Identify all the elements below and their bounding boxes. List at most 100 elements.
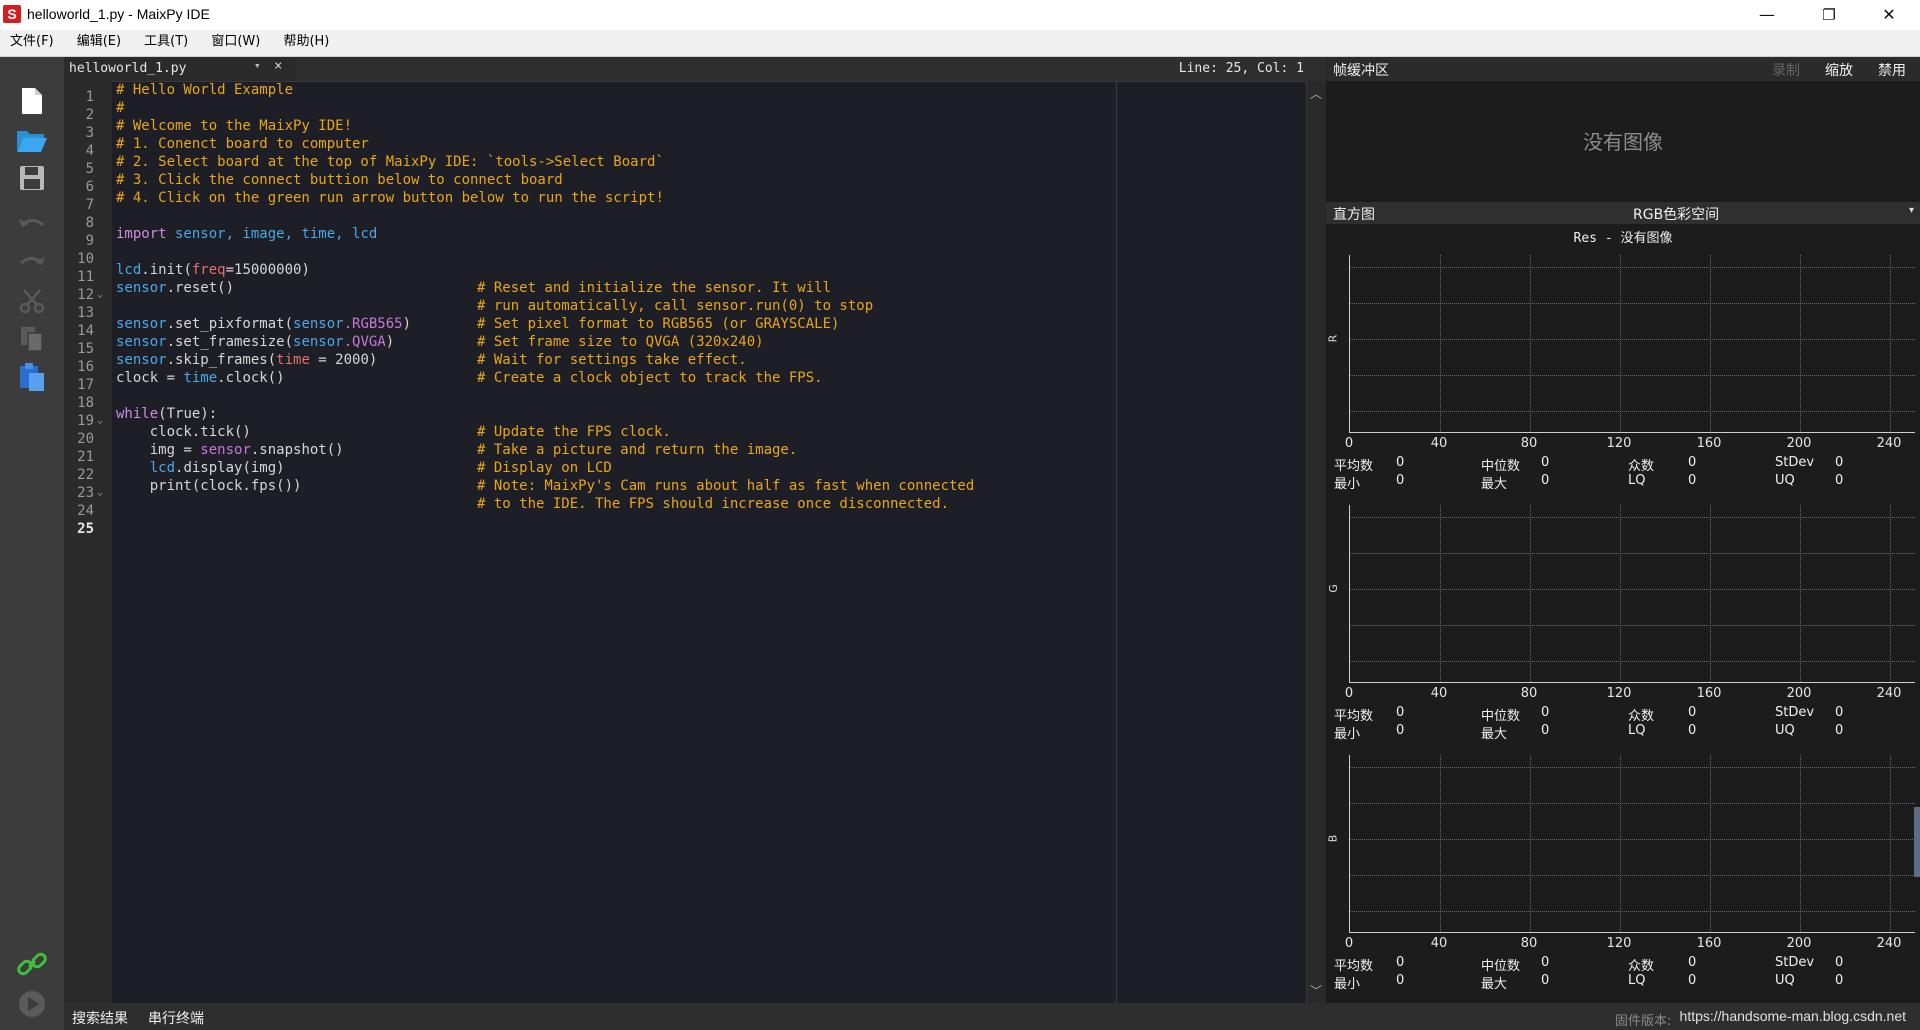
editor-scrollbar[interactable]: ︿ ﹀	[1306, 81, 1327, 1003]
grid-line	[1620, 755, 1621, 932]
chevron-up-icon[interactable]: ︿	[1310, 85, 1322, 102]
histogram-title: 直方图	[1333, 207, 1375, 223]
histogram-b: B 0 40 80 120 160 200 240 平均数 0 中位数 0 众数 0 StDev 0 最小 0 最大…	[1326, 747, 1920, 996]
grid-line	[1440, 505, 1441, 682]
close-button[interactable]: ✕	[1866, 0, 1912, 30]
grid-line	[1350, 661, 1915, 662]
code-line-7: # 4. Click on the green run arrow button…	[116, 190, 664, 206]
stat-label-median: 中位数	[1481, 709, 1521, 724]
code-area[interactable]: # Hello World Example # # Welcome to the…	[116, 81, 1306, 1003]
search-results-tab[interactable]: 搜索结果	[72, 1008, 128, 1028]
code-line-17: clock = time.clock()	[116, 370, 285, 386]
stat-value-stdev: 0	[1835, 455, 1844, 470]
code-comment-16: # Wait for settings take effect.	[477, 352, 747, 368]
fold-chevron-icon[interactable]: ⌄	[97, 487, 103, 498]
disable-button[interactable]: 禁用	[1878, 60, 1906, 80]
menu-edit[interactable]: 编辑(E)	[69, 30, 129, 49]
menu-help[interactable]: 帮助(H)	[275, 30, 337, 49]
stat-label-uq: UQ	[1775, 723, 1795, 738]
window-title: helloworld_1.py - MaixPy IDE	[27, 6, 210, 22]
chevron-down-icon[interactable]: ﹀	[1310, 982, 1322, 999]
fold-chevron-icon[interactable]: ⌄	[97, 289, 103, 300]
tick-label: 0	[1344, 436, 1354, 451]
fold-chevron-icon[interactable]: ⌄	[97, 415, 103, 426]
stat-label-lq: LQ	[1628, 973, 1646, 988]
code-line-9: import sensor, image, time, lcd	[116, 226, 378, 242]
run-icon[interactable]	[0, 986, 64, 1022]
no-image-text: 没有图像	[1583, 130, 1663, 154]
code-comment-14: # Set pixel format to RGB565 (or GRAYSCA…	[477, 316, 840, 332]
stat-label-median: 中位数	[1481, 459, 1521, 474]
panel-scrollbar[interactable]	[1914, 807, 1920, 877]
stat-label-mode: 众数	[1628, 459, 1655, 474]
code-line-16: sensor.skip_frames(time = 2000)	[116, 352, 378, 368]
stat-value-max: 0	[1541, 473, 1550, 488]
chevron-down-icon[interactable]: ▾	[1909, 205, 1914, 216]
stat-value-lq: 0	[1688, 473, 1697, 488]
stat-value-min: 0	[1396, 973, 1405, 988]
line-number: 10	[77, 251, 94, 267]
maximize-button[interactable]: ❐	[1806, 0, 1852, 30]
menu-window[interactable]: 窗口(W)	[203, 30, 268, 49]
stat-label-median: 中位数	[1481, 959, 1521, 974]
menu-bar: 文件(F) 编辑(E) 工具(T) 窗口(W) 帮助(H)	[0, 30, 1920, 57]
connect-icon[interactable]	[0, 946, 64, 982]
line-number: 17	[77, 377, 94, 393]
grid-line	[1530, 255, 1531, 432]
histogram-g: G 0 40 80 120 160 200 240 平均数 0 中位数 0 众数 0 StDev 0 最小 0 最大…	[1326, 497, 1920, 746]
grid-line	[1620, 505, 1621, 682]
histogram-plot	[1349, 755, 1915, 933]
code-line-5: # 2. Select board at the top of MaixPy I…	[116, 154, 664, 170]
grid-line	[1350, 911, 1915, 912]
color-space-select[interactable]: RGB色彩空间	[1633, 204, 1719, 224]
grid-line	[1350, 375, 1915, 376]
app-logo-icon: S	[3, 5, 21, 23]
line-number: 15	[77, 341, 94, 357]
stat-label-mean: 平均数	[1334, 709, 1374, 724]
grid-line	[1890, 255, 1891, 432]
stat-label-lq: LQ	[1628, 723, 1646, 738]
grid-line	[1350, 303, 1915, 304]
close-icon[interactable]: ×	[274, 58, 282, 74]
grid-line	[1440, 755, 1441, 932]
stat-value-mode: 0	[1688, 955, 1697, 970]
record-button[interactable]: 录制	[1772, 60, 1800, 80]
serial-terminal-tab[interactable]: 串行终端	[148, 1008, 204, 1028]
minimize-button[interactable]: —	[1744, 0, 1790, 30]
grid-line	[1890, 505, 1891, 682]
tick-label: 80	[1520, 936, 1538, 951]
stat-value-median: 0	[1541, 705, 1550, 720]
menu-file[interactable]: 文件(F)	[2, 30, 62, 49]
histogram-plot	[1349, 255, 1915, 433]
grid-line	[1350, 625, 1915, 626]
stat-value-stdev: 0	[1835, 705, 1844, 720]
stat-label-lq: LQ	[1628, 473, 1646, 488]
code-comment-15: # Set frame size to QVGA (320x240)	[477, 334, 764, 350]
line-number: 13	[77, 305, 94, 321]
stat-label-uq: UQ	[1775, 473, 1795, 488]
tick-label: 120	[1606, 936, 1632, 951]
file-tab[interactable]: helloworld_1.py ▾ ×	[64, 57, 296, 81]
chevron-down-icon[interactable]: ▾	[254, 59, 261, 72]
grid-line	[1530, 755, 1531, 932]
histogram-r: R 0 40 80 120 160 200 240 平均数 0 中位数 0 众数 0 StDev 0 最小 0 最大…	[1326, 247, 1920, 496]
stat-label-max: 最大	[1481, 977, 1508, 992]
line-number: 2	[85, 107, 94, 123]
menu-tools[interactable]: 工具(T)	[136, 30, 196, 49]
line-number: 8	[85, 215, 94, 231]
code-line-20: clock.tick()	[116, 424, 251, 440]
tick-label: 40	[1430, 936, 1448, 951]
stat-value-uq: 0	[1835, 723, 1844, 738]
zoom-button[interactable]: 缩放	[1825, 60, 1853, 80]
stat-value-mean: 0	[1396, 955, 1405, 970]
stat-label-min: 最小	[1334, 477, 1361, 492]
tick-label: 240	[1876, 436, 1902, 451]
tick-label: 40	[1430, 436, 1448, 451]
code-line-1: # Hello World Example	[116, 82, 294, 98]
code-comment-17: # Create a clock object to track the FPS…	[477, 370, 823, 386]
code-line-4: # 1. Conenct board to computer	[116, 136, 369, 152]
code-line-11: lcd.init(freq=15000000)	[116, 262, 310, 278]
tick-label: 160	[1696, 436, 1722, 451]
stat-value-mean: 0	[1396, 705, 1405, 720]
line-number: 11	[77, 269, 94, 285]
